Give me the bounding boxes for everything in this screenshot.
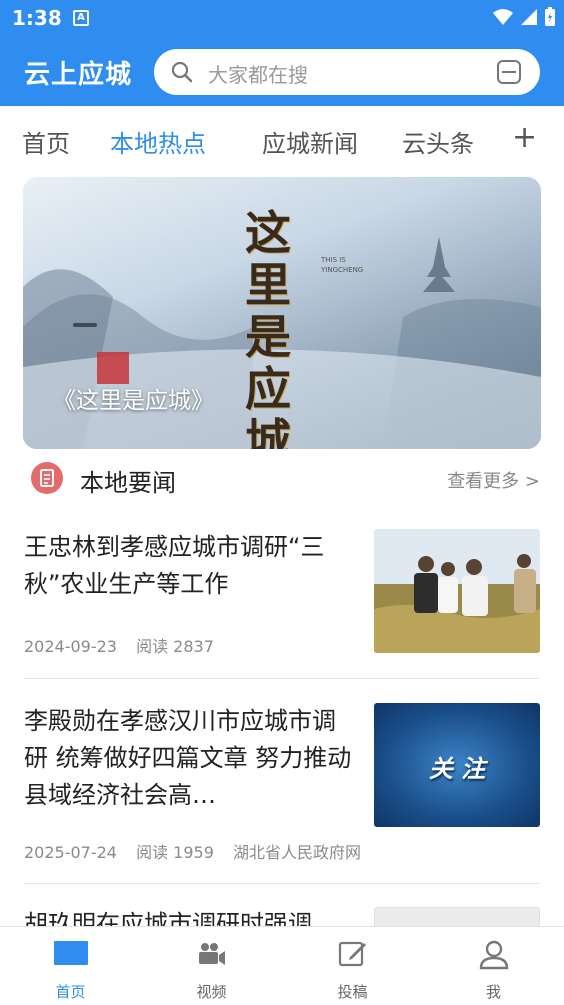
- news-item[interactable]: 胡玖明在应城市调研时强调: [0, 890, 564, 926]
- news-item[interactable]: 李殿勋在孝感汉川市应城市调研 统筹做好四篇文章 努力推动县域经济社会高… 202…: [0, 685, 564, 885]
- user-icon: [479, 940, 508, 970]
- document-icon: [31, 462, 63, 494]
- nav-video[interactable]: 视频: [141, 927, 282, 1005]
- status-bar: 1:38 A: [0, 0, 564, 38]
- news-title: 胡玖明在应城市调研时强调: [24, 910, 312, 926]
- news-read-count: 阅读 1959: [136, 843, 214, 862]
- banner-artwork-title: 这里是应城: [245, 206, 291, 449]
- local-news-header: 本地要闻 查看更多 >: [0, 450, 564, 508]
- tab-home[interactable]: 首页: [22, 124, 70, 159]
- search-icon: [171, 61, 193, 83]
- news-source: 湖北省人民政府网: [232, 843, 361, 862]
- tab-cloud-headlines[interactable]: 云头条: [402, 124, 474, 159]
- home-icon: [53, 941, 88, 965]
- search-bar[interactable]: 大家都在搜: [154, 49, 540, 95]
- signal-icon: [521, 9, 537, 25]
- news-meta: 2024-09-23 阅读 2837: [24, 633, 228, 657]
- nav-me[interactable]: 我: [423, 927, 564, 1005]
- news-read-count: 阅读 2837: [136, 637, 214, 656]
- tab-yingcheng-news[interactable]: 应城新闻: [262, 124, 358, 159]
- status-time: 1:38: [12, 6, 62, 30]
- status-icons: [492, 7, 556, 27]
- view-more-link[interactable]: 查看更多 >: [447, 467, 540, 493]
- nav-submit[interactable]: 投稿: [282, 927, 423, 1005]
- news-date: 2025-07-24: [24, 843, 117, 862]
- app-header: 云上应城 大家都在搜: [0, 38, 564, 106]
- tab-local-hot[interactable]: 本地热点: [110, 124, 206, 159]
- edit-icon: [338, 941, 366, 967]
- news-item[interactable]: 王忠林到孝感应城市调研“三秋”农业生产等工作 2024-09-23 阅读 283…: [0, 509, 564, 679]
- add-channel-button[interactable]: +: [512, 120, 537, 155]
- wifi-icon: [493, 9, 513, 25]
- nav-label: 首页: [55, 983, 86, 1001]
- divider: [24, 678, 540, 679]
- battery-icon: [545, 7, 555, 26]
- banner-artwork-subtitle: THIS IS YINGCHENG: [321, 256, 364, 274]
- section-title: 本地要闻: [80, 469, 176, 497]
- video-icon: [198, 943, 225, 965]
- channel-tabs: 首页 本地热点 应城新闻 云头条 +: [0, 106, 564, 176]
- news-thumbnail: 关 注: [374, 703, 540, 827]
- news-title: 李殿勋在孝感汉川市应城市调研 统筹做好四篇文章 努力推动县域经济社会高…: [24, 707, 352, 809]
- banner-caption: 《这里是应城》: [53, 388, 214, 414]
- app-notification-icon: A: [73, 10, 89, 26]
- thumbnail-text: 关 注: [428, 755, 486, 783]
- nav-label: 视频: [196, 983, 227, 1001]
- app-title: 云上应城: [24, 60, 133, 90]
- news-thumbnail: [374, 529, 540, 653]
- nav-label: 投稿: [337, 983, 368, 1001]
- bottom-navigation: 首页 视频 投稿 我: [0, 926, 564, 1004]
- search-placeholder: 大家都在搜: [208, 63, 308, 87]
- nav-label: 我: [485, 983, 501, 1001]
- divider: [24, 883, 540, 884]
- news-title: 王忠林到孝感应城市调研“三秋”农业生产等工作: [24, 533, 325, 598]
- scan-icon[interactable]: [496, 59, 522, 85]
- nav-home[interactable]: 首页: [0, 927, 141, 1005]
- news-thumbnail: [374, 907, 540, 926]
- banner-carousel[interactable]: 这里是应城 THIS IS YINGCHENG 《这里是应城》: [23, 177, 541, 449]
- news-meta: 2025-07-24 阅读 1959 湖北省人民政府网: [24, 839, 375, 863]
- news-date: 2024-09-23: [24, 637, 117, 656]
